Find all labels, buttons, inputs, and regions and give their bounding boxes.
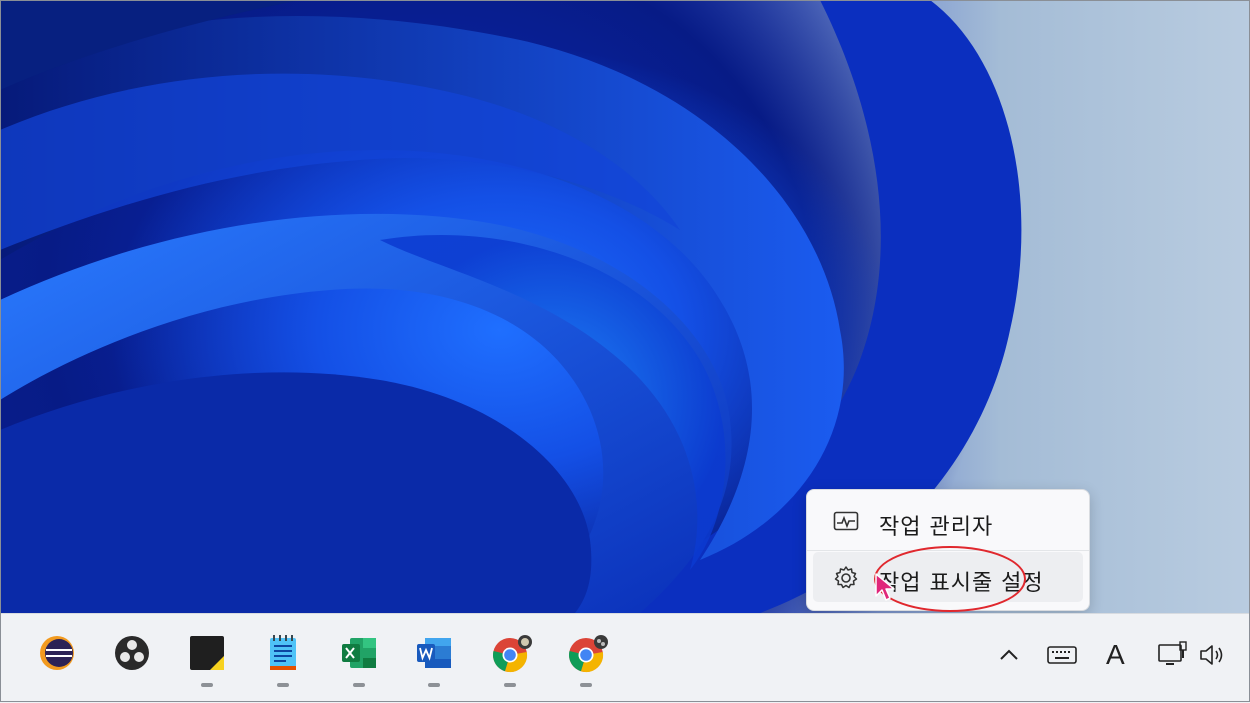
input-indicator-button[interactable]: A bbox=[1100, 638, 1134, 672]
sticky-notes-icon bbox=[188, 634, 226, 672]
running-indicator bbox=[201, 683, 213, 687]
network-icon bbox=[1158, 641, 1187, 665]
touch-keyboard-button[interactable] bbox=[1045, 638, 1079, 672]
notepad-icon bbox=[264, 634, 302, 672]
running-indicator bbox=[504, 683, 516, 687]
show-hidden-icons-button[interactable] bbox=[992, 638, 1026, 672]
chevron-up-icon bbox=[1000, 649, 1018, 660]
running-indicator bbox=[580, 683, 592, 687]
mouse-cursor-icon bbox=[874, 572, 896, 606]
taskbar-app-obs[interactable] bbox=[109, 630, 155, 690]
taskbar-app-word[interactable] bbox=[411, 630, 457, 690]
chrome-icon bbox=[491, 634, 532, 673]
input-indicator-label: A bbox=[1106, 639, 1125, 670]
running-indicator bbox=[428, 683, 440, 687]
volume-button[interactable] bbox=[1196, 638, 1230, 672]
running-indicator bbox=[353, 683, 365, 687]
speaker-icon bbox=[1200, 645, 1223, 665]
taskbar-app-sticky-notes[interactable] bbox=[184, 630, 230, 690]
eclipse-icon bbox=[38, 634, 76, 672]
taskbar-app-chrome-1[interactable] bbox=[487, 630, 533, 690]
taskbar-app-eclipse[interactable] bbox=[34, 630, 80, 690]
menu-item-task-manager[interactable]: 작업 관리자 bbox=[813, 496, 1083, 546]
highlight-ellipse bbox=[874, 546, 1026, 612]
keyboard-icon bbox=[1047, 646, 1077, 664]
taskbar-app-excel[interactable] bbox=[336, 630, 382, 690]
chrome-icon bbox=[567, 634, 608, 673]
task-manager-icon bbox=[833, 509, 859, 533]
network-button[interactable] bbox=[1156, 638, 1190, 672]
taskbar-app-chrome-2[interactable] bbox=[563, 630, 609, 690]
taskbar-app-notepad[interactable] bbox=[260, 630, 306, 690]
gear-icon bbox=[833, 565, 859, 589]
excel-icon bbox=[340, 634, 378, 672]
word-icon bbox=[415, 634, 453, 672]
running-indicator bbox=[277, 683, 289, 687]
menu-item-label: 작업 관리자 bbox=[879, 515, 994, 540]
taskbar: A bbox=[0, 613, 1250, 703]
obs-icon bbox=[113, 634, 151, 672]
